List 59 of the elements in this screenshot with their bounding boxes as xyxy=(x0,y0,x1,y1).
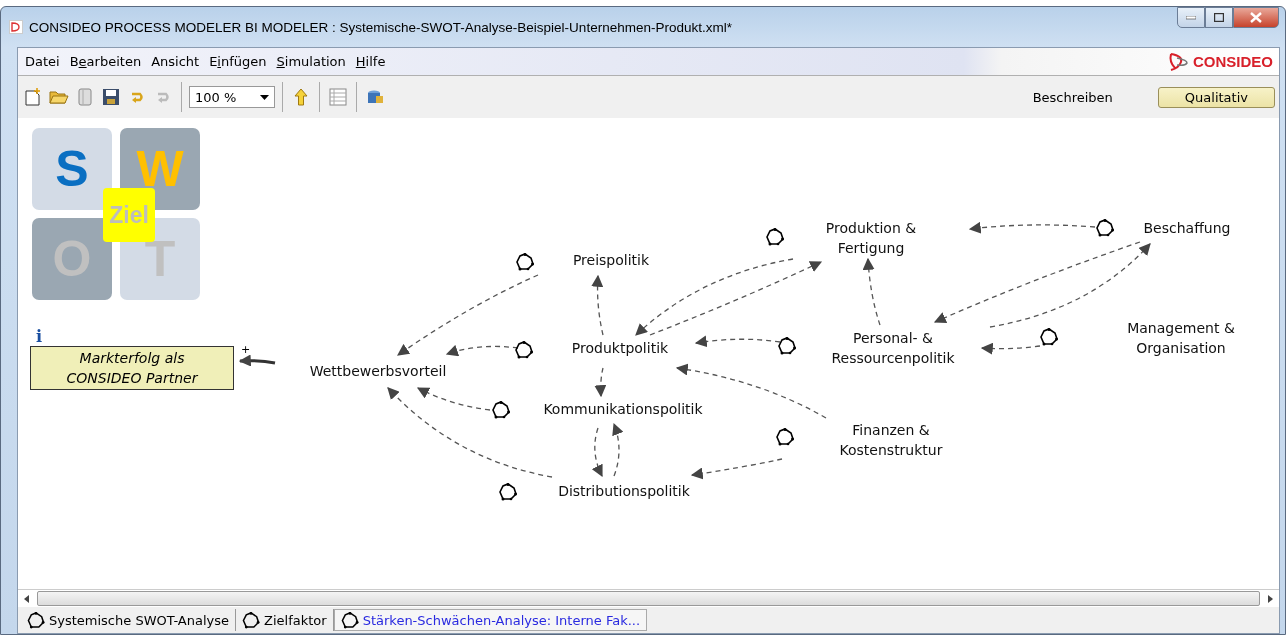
loop-icon xyxy=(766,228,784,246)
logo-badge: Ziel xyxy=(103,188,155,242)
mode-button[interactable]: Qualitativ xyxy=(1157,86,1275,108)
factor-node[interactable]: Finanzen & Kostenstruktur xyxy=(821,420,961,460)
menu-item[interactable]: Hilfe xyxy=(350,54,391,69)
link-arrow xyxy=(238,354,276,367)
menu-item[interactable]: Datei xyxy=(20,54,65,69)
loop-icon xyxy=(1096,219,1114,237)
factor-node[interactable]: Produktpolitik xyxy=(555,338,685,358)
dashed-arrow xyxy=(591,274,604,336)
close-button[interactable] xyxy=(1233,7,1279,28)
loop-icon xyxy=(492,401,510,419)
factor-node[interactable]: Produktion & Fertigung xyxy=(811,218,931,258)
table-icon[interactable] xyxy=(327,86,349,108)
minimize-button[interactable] xyxy=(1177,7,1205,28)
factor-node[interactable]: Beschaffung xyxy=(1127,218,1247,238)
factor-node[interactable]: Management & Organisation xyxy=(1106,318,1256,358)
menu-item[interactable]: Simulation xyxy=(271,54,351,69)
menu-item[interactable]: Bearbeiten xyxy=(64,54,147,69)
info-icon[interactable]: i xyxy=(36,327,43,346)
loop-icon xyxy=(340,611,359,629)
brand-logo: CONSIDEO xyxy=(1167,51,1273,72)
maximize-button[interactable] xyxy=(1205,7,1233,28)
maximize-icon xyxy=(1214,13,1224,22)
dashed-arrow xyxy=(611,422,624,477)
close-icon xyxy=(1250,12,1262,23)
loop-icon xyxy=(776,428,794,446)
factor-node[interactable]: Personal- & Ressourcenpolitik xyxy=(813,328,973,368)
menu-item[interactable]: Einfügen xyxy=(204,54,272,69)
logo-tile: S xyxy=(32,128,112,210)
goal-node[interactable]: Markterfolg als CONSIDEO Partner xyxy=(30,346,234,390)
zoom-dropdown[interactable]: 100 % xyxy=(189,86,275,108)
factor-node[interactable]: Kommunikationspolitik xyxy=(523,399,723,419)
scrollbar-thumb[interactable] xyxy=(37,591,1260,606)
loop-icon xyxy=(1040,328,1058,346)
factor-node[interactable]: Distributionspolitik xyxy=(534,481,714,501)
loop-icon xyxy=(778,337,796,355)
loop-icon xyxy=(499,483,517,501)
mode-button[interactable]: Beschreiben xyxy=(1005,86,1140,108)
loop-icon xyxy=(27,611,45,629)
caret-icon xyxy=(260,94,269,100)
diagram-tab[interactable]: Stärken-Schwächen-Analyse: Interne Fak... xyxy=(333,609,648,631)
dashed-arrow xyxy=(592,427,603,478)
dashed-arrow xyxy=(980,342,1041,355)
save-icon[interactable] xyxy=(100,86,122,108)
minimize-icon xyxy=(1186,15,1196,20)
diagram-tab[interactable]: Systemische SWOT-Analyse xyxy=(21,609,237,631)
loop-icon xyxy=(242,611,261,629)
loop-icon xyxy=(515,341,533,359)
diagram-tab[interactable]: Zielfaktor xyxy=(236,609,334,631)
window-title: CONSIDEO PROCESS MODELER BI MODELER : Systemische-SWOT-Analyse-Beispiel-Unternehmen-Produkt.xml* xyxy=(29,19,733,35)
polarity-sign: + xyxy=(241,343,251,356)
loop-icon xyxy=(516,253,534,271)
factor-node[interactable]: Preispolitik xyxy=(551,250,671,270)
app-icon xyxy=(9,20,23,34)
menu-item[interactable]: Ansicht xyxy=(146,54,205,69)
factor-node[interactable]: Wettbewerbsvorteil xyxy=(283,361,473,381)
dashed-arrow xyxy=(862,257,881,326)
dashed-arrow xyxy=(594,367,607,398)
